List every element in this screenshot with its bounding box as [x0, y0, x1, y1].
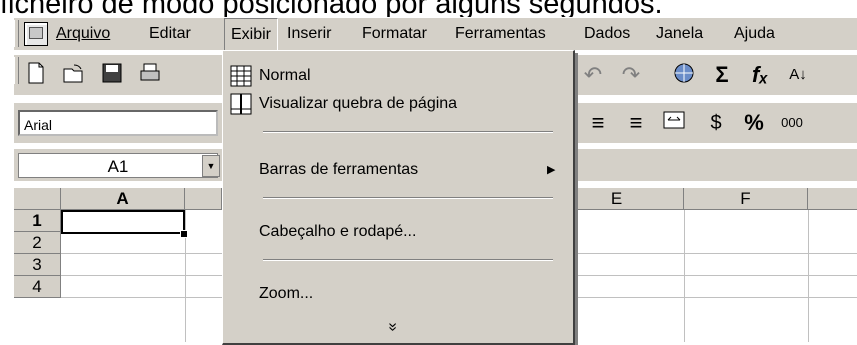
row-header-1[interactable]: 1 [14, 210, 61, 232]
menu-editar[interactable]: Editar [143, 18, 197, 49]
excel-document-icon[interactable] [24, 22, 48, 46]
redo-icon[interactable]: ↷ [617, 61, 645, 89]
gridline [684, 210, 685, 342]
menu-janela[interactable]: Janela [650, 18, 709, 49]
expand-menu-chevron-icon[interactable]: » [382, 323, 402, 332]
percent-icon[interactable]: % [740, 109, 768, 137]
exibir-menu-dropdown: Normal Visualizar quebra de página Barra… [222, 50, 575, 345]
autosum-icon[interactable]: Σ [708, 61, 736, 89]
justify-icon[interactable]: ≡ [622, 109, 650, 137]
currency-icon[interactable]: $ [702, 109, 730, 137]
menu-bar: Arquivo Editar Exibir Inserir Formatar F… [14, 17, 857, 51]
open-folder-icon[interactable] [60, 61, 88, 89]
menu-ferramentas[interactable]: Ferramentas [449, 18, 552, 49]
undo-icon[interactable]: ↶ [579, 61, 607, 89]
menu-item-header-footer[interactable]: Cabeçalho e rodapé... [259, 221, 416, 243]
menu-item-zoom[interactable]: Zoom... [259, 283, 313, 305]
menu-item-toolbars[interactable]: Barras de ferramentas [259, 159, 418, 181]
menu-formatar[interactable]: Formatar [356, 18, 433, 49]
column-header-a[interactable]: A [61, 188, 185, 210]
submenu-arrow-icon: ▶ [547, 164, 556, 176]
align-right-icon[interactable]: ≡ [584, 109, 612, 137]
menu-dados[interactable]: Dados [578, 18, 636, 49]
font-name-field[interactable]: Arial [18, 110, 218, 136]
menu-separator [263, 197, 553, 199]
menu-item-normal[interactable]: Normal [259, 65, 311, 87]
menu-ajuda[interactable]: Ajuda [728, 18, 781, 49]
menu-inserir[interactable]: Inserir [281, 18, 337, 49]
menu-separator [263, 259, 553, 261]
column-header-g[interactable] [808, 188, 857, 210]
fill-handle[interactable] [180, 230, 188, 238]
row-header-3[interactable]: 3 [14, 254, 61, 276]
name-box-dropdown-icon[interactable]: ▼ [202, 155, 220, 177]
merge-center-icon[interactable] [660, 109, 688, 137]
print-icon[interactable] [136, 61, 164, 89]
gridline [808, 210, 809, 342]
name-box[interactable]: A1 [18, 153, 218, 178]
menubar-grip[interactable] [14, 20, 19, 47]
thousands-separator-icon[interactable]: 000 [778, 109, 806, 137]
menu-item-page-break-preview[interactable]: Visualizar quebra de página [259, 93, 457, 115]
row-header-4[interactable]: 4 [14, 276, 61, 298]
web-icon[interactable] [670, 61, 698, 89]
function-icon[interactable]: fₓ [746, 61, 774, 89]
column-header-f[interactable]: F [684, 188, 808, 210]
menu-arquivo[interactable]: Arquivo [50, 18, 116, 49]
row-header-2[interactable]: 2 [14, 232, 61, 254]
active-cell-a1[interactable] [61, 210, 185, 234]
sort-icon[interactable]: A↓ [784, 61, 812, 89]
toolbar-grip[interactable] [14, 57, 19, 84]
normal-view-icon [230, 65, 252, 87]
column-header-b[interactable] [185, 188, 222, 210]
save-disk-icon[interactable] [98, 61, 126, 89]
new-document-icon[interactable] [22, 61, 50, 89]
menu-exibir[interactable]: Exibir [224, 18, 279, 51]
menu-separator [263, 131, 553, 133]
page-break-preview-icon [230, 93, 252, 115]
select-all-corner[interactable] [14, 188, 61, 210]
